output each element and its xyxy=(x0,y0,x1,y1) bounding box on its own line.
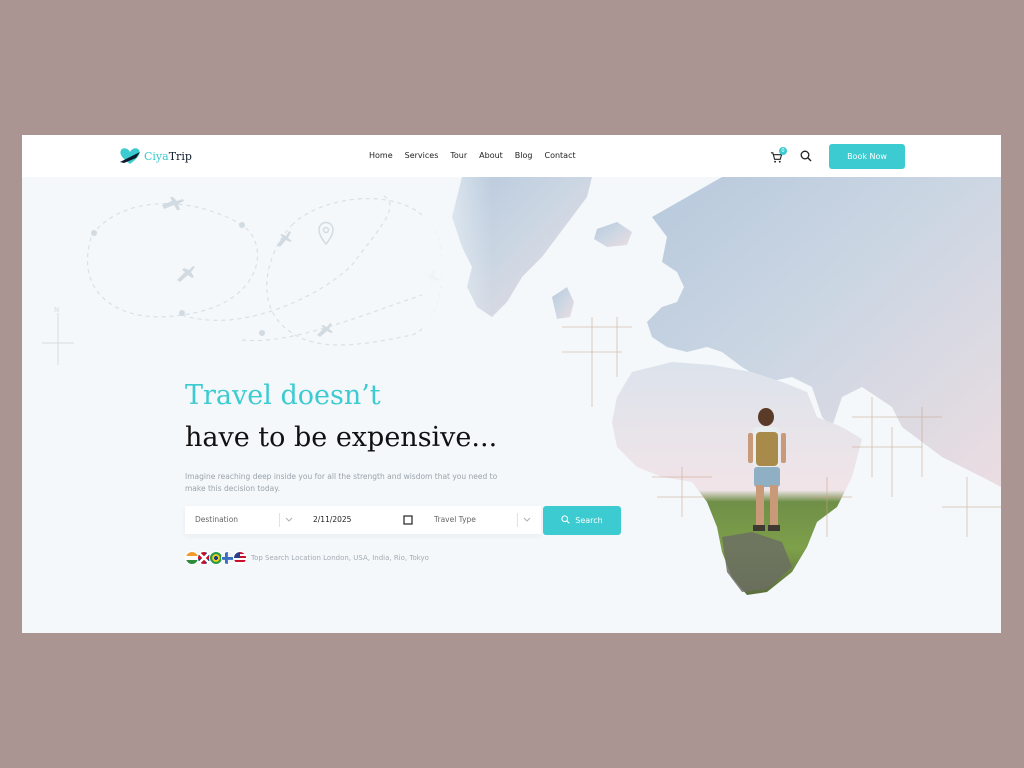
brand-logo[interactable]: CiyaTrip xyxy=(118,146,192,166)
nav-services[interactable]: Services xyxy=(405,151,439,160)
book-now-button[interactable]: Book Now xyxy=(829,144,905,169)
calendar-icon[interactable] xyxy=(403,506,413,534)
compass-icon: N xyxy=(42,306,74,365)
hero-title-line2: have to be expensive... xyxy=(185,422,498,453)
chevron-down-icon[interactable] xyxy=(285,506,293,534)
field-divider xyxy=(279,513,280,527)
usa-flag-icon[interactable] xyxy=(233,551,247,565)
destination-select[interactable]: Destination xyxy=(195,506,238,534)
heart-plane-logo-icon xyxy=(120,148,140,164)
flight-path-decoration xyxy=(86,194,442,346)
nav-blog[interactable]: Blog xyxy=(515,151,533,160)
top-search-locations: Top Search Location London, USA, India, … xyxy=(251,554,429,562)
search-icon xyxy=(561,515,570,524)
nav-tour[interactable]: Tour xyxy=(450,151,467,160)
brand-name: CiyaTrip xyxy=(144,149,192,163)
search-button[interactable]: Search xyxy=(543,506,621,535)
field-divider xyxy=(517,513,518,527)
flag-group xyxy=(185,551,247,565)
cart-button[interactable]: 0 xyxy=(770,147,787,163)
cart-count-badge: 0 xyxy=(779,147,787,155)
nav-home[interactable]: Home xyxy=(369,151,393,160)
site-header: CiyaTrip Home Services Tour About Blog C… xyxy=(22,135,1001,177)
svg-text:N: N xyxy=(54,306,59,314)
main-nav: Home Services Tour About Blog Contact xyxy=(369,151,588,160)
search-button-label: Search xyxy=(575,516,603,525)
date-input[interactable]: 2/11/2025 xyxy=(313,506,351,534)
hero-title-line1: Travel doesn’t xyxy=(185,380,381,411)
nav-contact[interactable]: Contact xyxy=(544,151,575,160)
hero-description: Imagine reaching deep inside you for all… xyxy=(185,472,498,493)
nav-about[interactable]: About xyxy=(479,151,503,160)
chevron-down-icon[interactable] xyxy=(523,506,531,534)
page-frame: N CiyaTrip Home Services Tour About Blog… xyxy=(22,135,1001,633)
travel-type-select[interactable]: Travel Type xyxy=(434,506,476,534)
world-map xyxy=(422,177,1001,633)
search-icon[interactable] xyxy=(800,150,812,162)
trip-search-bar: Destination 2/11/2025 Travel Type xyxy=(185,506,541,534)
